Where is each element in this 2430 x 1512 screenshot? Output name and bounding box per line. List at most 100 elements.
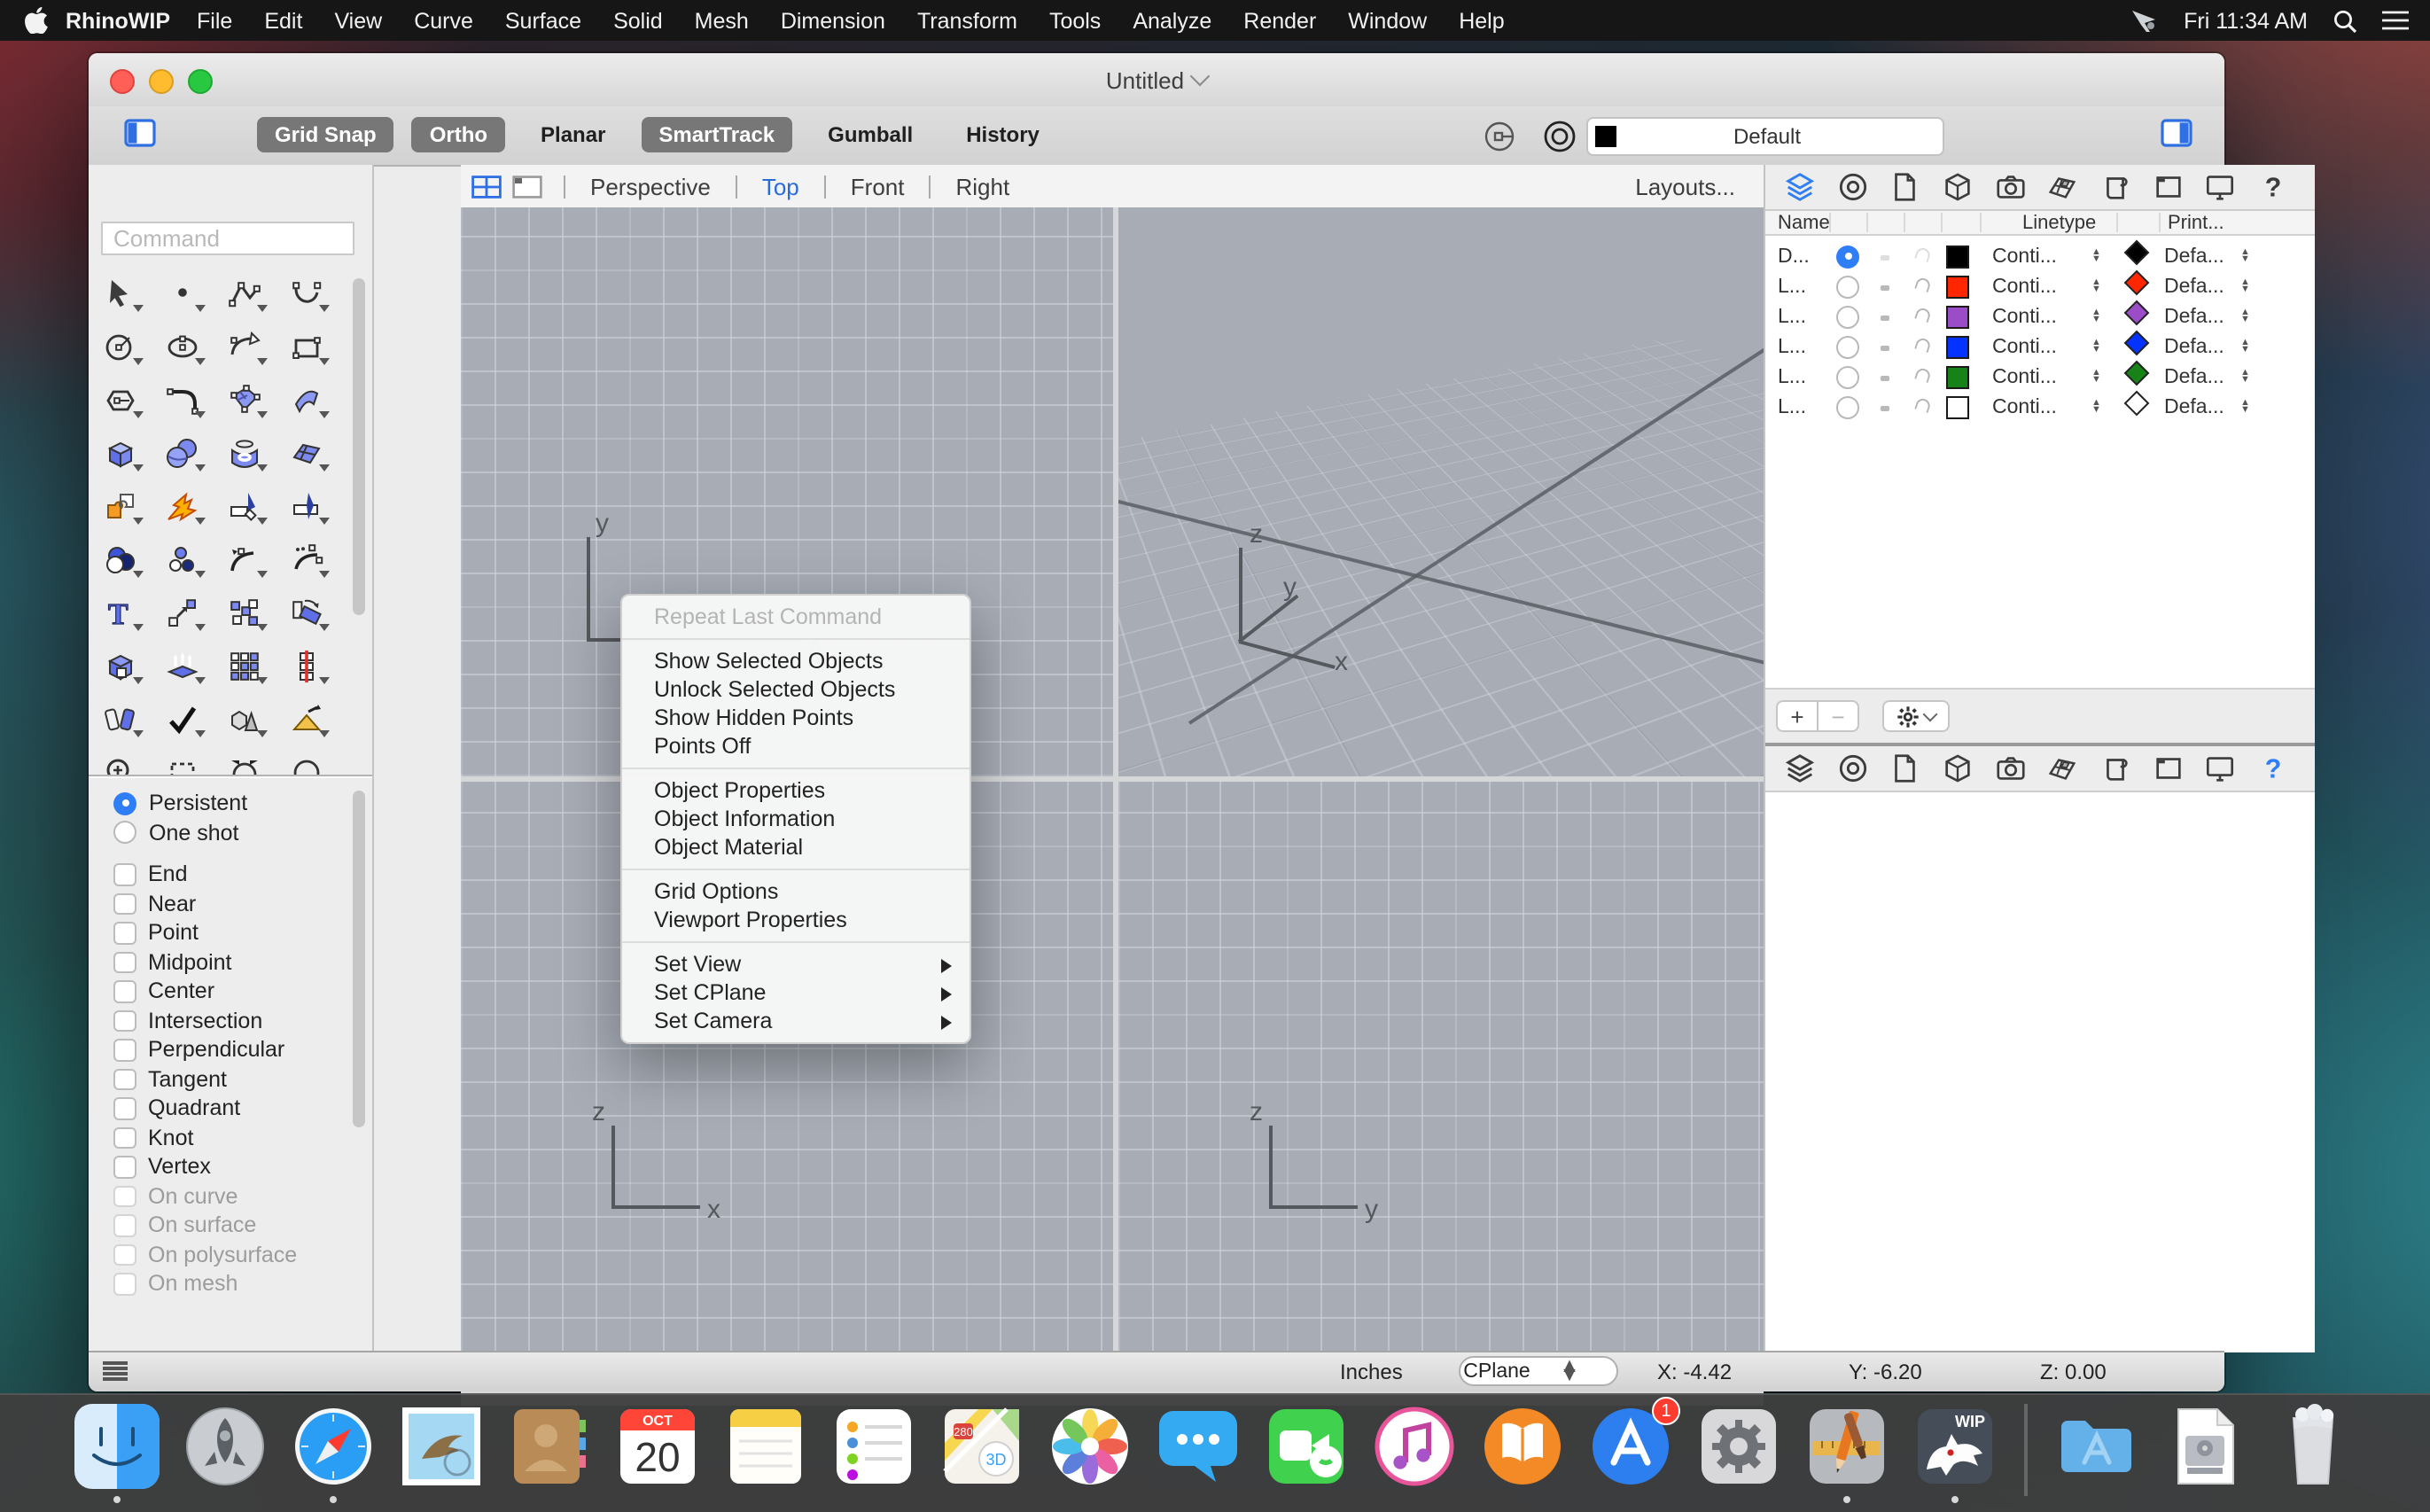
stepper-icon[interactable]: ▲ ▼ bbox=[2240, 368, 2250, 385]
current-layer-radio[interactable] bbox=[1836, 365, 1859, 388]
dock-facetime[interactable] bbox=[1264, 1404, 1349, 1489]
tool-circle[interactable] bbox=[97, 328, 144, 365]
tool-sphere[interactable] bbox=[160, 434, 206, 472]
stepper-icon[interactable]: ▲ ▼ bbox=[2091, 368, 2101, 385]
left-sidebar-toggle-icon[interactable] bbox=[124, 119, 156, 156]
col-print[interactable]: Print... bbox=[2168, 213, 2224, 234]
osnap-check-knot[interactable]: Knot bbox=[89, 1123, 358, 1152]
tool-array[interactable] bbox=[222, 647, 268, 684]
layer-name[interactable]: L... bbox=[1778, 366, 1806, 387]
spotlight-icon[interactable] bbox=[2333, 8, 2357, 33]
tab-front[interactable]: Front bbox=[847, 173, 908, 199]
layer-name[interactable]: D... bbox=[1778, 246, 1810, 267]
dock-app-store[interactable]: 1 bbox=[1588, 1397, 1680, 1489]
dock-mail[interactable] bbox=[399, 1404, 484, 1489]
cplane-popup[interactable]: CPlane ▲ ▼ bbox=[1459, 1356, 1618, 1386]
toggle-smarttrack[interactable]: SmartTrack bbox=[641, 117, 793, 152]
osnap-radio-persistent[interactable]: Persistent bbox=[89, 789, 358, 818]
layer-name[interactable]: L... bbox=[1778, 276, 1806, 297]
toggle-planar[interactable]: Planar bbox=[523, 117, 623, 152]
layer-actions-button[interactable] bbox=[1882, 700, 1950, 732]
osnap-check-point[interactable]: Point bbox=[89, 918, 358, 947]
panel-tab-display-icon[interactable] bbox=[2204, 170, 2238, 204]
panel-tab-help-icon[interactable]: ? bbox=[2256, 752, 2290, 785]
layer-print-width[interactable]: Defa... bbox=[2164, 276, 2224, 297]
layer-print-width[interactable]: Defa... bbox=[2164, 246, 2224, 267]
print-color-diamond[interactable] bbox=[2123, 389, 2150, 425]
checkbox-icon[interactable] bbox=[113, 1243, 136, 1266]
osnap-radio-one-shot[interactable]: One shot bbox=[89, 818, 358, 847]
tool-trim[interactable] bbox=[222, 487, 268, 525]
col-name[interactable]: Name bbox=[1778, 213, 1830, 234]
checkbox-icon[interactable] bbox=[113, 863, 136, 885]
layer-row[interactable]: L... Conti... ▲ ▼ Defa... ▲ ▼ bbox=[1765, 389, 2315, 425]
context-object-properties[interactable]: Object Properties bbox=[622, 776, 970, 805]
stepper-icon[interactable]: ▲ ▼ bbox=[2240, 247, 2250, 264]
record-history-icon[interactable] bbox=[1542, 119, 1577, 163]
context-repeat-last-command[interactable]: Repeat Last Command bbox=[622, 603, 970, 631]
osnap-check-center[interactable]: Center bbox=[89, 977, 358, 1006]
layer-linetype[interactable]: Conti... bbox=[1992, 306, 2057, 327]
tool-point-cloud[interactable] bbox=[160, 541, 206, 578]
checkbox-icon[interactable] bbox=[113, 951, 136, 973]
stepper-icon[interactable]: ▲ ▼ bbox=[2091, 247, 2101, 264]
tool-boolean[interactable] bbox=[97, 541, 144, 578]
rhino-menu-extra-icon[interactable] bbox=[2130, 8, 2159, 33]
stepper-icon[interactable]: ▲ ▼ bbox=[2240, 338, 2250, 355]
layer-print-width[interactable]: Defa... bbox=[2164, 336, 2224, 357]
tool-explode[interactable] bbox=[160, 487, 206, 525]
tool-plugins[interactable] bbox=[97, 487, 144, 525]
layer-print-width[interactable]: Defa... bbox=[2164, 396, 2224, 417]
checkbox-icon[interactable] bbox=[113, 1097, 136, 1119]
tool-fillet-corner[interactable] bbox=[160, 381, 206, 418]
osnap-check-near[interactable]: Near bbox=[89, 889, 358, 918]
tool-extrude[interactable] bbox=[160, 647, 206, 684]
add-layer-button[interactable]: + bbox=[1776, 700, 1819, 732]
dock-maps[interactable]: 280 3D bbox=[939, 1404, 1024, 1489]
panel-tab-sheet-icon[interactable] bbox=[2046, 170, 2080, 204]
stepper-icon[interactable]: ▲ ▼ bbox=[2240, 308, 2250, 324]
tool-check[interactable] bbox=[160, 700, 206, 737]
panel-tab-scroll-icon[interactable] bbox=[2099, 752, 2132, 785]
osnap-check-tangent[interactable]: Tangent bbox=[89, 1064, 358, 1094]
osnap-check-on-surface[interactable]: On surface bbox=[89, 1211, 358, 1240]
panel-tab-help-icon[interactable]: ? bbox=[2256, 170, 2290, 204]
title-chevron-icon[interactable] bbox=[1189, 66, 1211, 87]
tool-surface-patch[interactable] bbox=[222, 381, 268, 418]
dock-messages[interactable] bbox=[1156, 1404, 1241, 1489]
tab-top[interactable]: Top bbox=[759, 173, 803, 199]
osnap-check-perpendicular[interactable]: Perpendicular bbox=[89, 1035, 358, 1064]
dock-contacts[interactable] bbox=[507, 1404, 592, 1489]
menu-analyze[interactable]: Analyze bbox=[1117, 8, 1227, 33]
tool-control-point-curve[interactable] bbox=[222, 275, 268, 312]
tool-distribute[interactable] bbox=[284, 647, 330, 684]
layer-name[interactable]: L... bbox=[1778, 396, 1806, 417]
layer-color-swatch[interactable] bbox=[1946, 335, 1969, 358]
menu-mesh[interactable]: Mesh bbox=[679, 8, 765, 33]
current-layer-radio[interactable] bbox=[1836, 275, 1859, 298]
col-linetype[interactable]: Linetype bbox=[2022, 213, 2096, 234]
tool-polygon[interactable] bbox=[97, 381, 144, 418]
context-set-cplane[interactable]: Set CPlane bbox=[622, 978, 970, 1007]
cplane-widget-icon[interactable] bbox=[1484, 119, 1519, 163]
tool-mirror[interactable] bbox=[97, 700, 144, 737]
context-set-camera[interactable]: Set Camera bbox=[622, 1007, 970, 1035]
layouts-button[interactable]: Layouts... bbox=[1635, 173, 1764, 199]
checkbox-icon[interactable] bbox=[113, 922, 136, 944]
command-input[interactable] bbox=[101, 222, 354, 255]
current-layer-radio[interactable] bbox=[1836, 395, 1859, 418]
tool-primitives[interactable] bbox=[222, 700, 268, 737]
right-sidebar-toggle-icon[interactable] bbox=[2161, 119, 2192, 156]
menu-window[interactable]: Window bbox=[1332, 8, 1443, 33]
dock-applications-folder[interactable] bbox=[2054, 1404, 2139, 1489]
layer-color-swatch[interactable] bbox=[1946, 275, 1969, 298]
radio-icon[interactable] bbox=[113, 821, 136, 845]
dock-books[interactable] bbox=[1480, 1404, 1565, 1489]
layer-linetype[interactable]: Conti... bbox=[1992, 396, 2057, 417]
layer-color-swatch[interactable] bbox=[1946, 395, 1969, 418]
dock-finder[interactable] bbox=[74, 1404, 160, 1503]
context-unlock-selected-objects[interactable]: Unlock Selected Objects bbox=[622, 675, 970, 704]
stepper-icon[interactable]: ▲ ▼ bbox=[2240, 398, 2250, 415]
tool-palette-scrollbar[interactable] bbox=[353, 278, 365, 615]
osnap-check-vertex[interactable]: Vertex bbox=[89, 1152, 358, 1181]
